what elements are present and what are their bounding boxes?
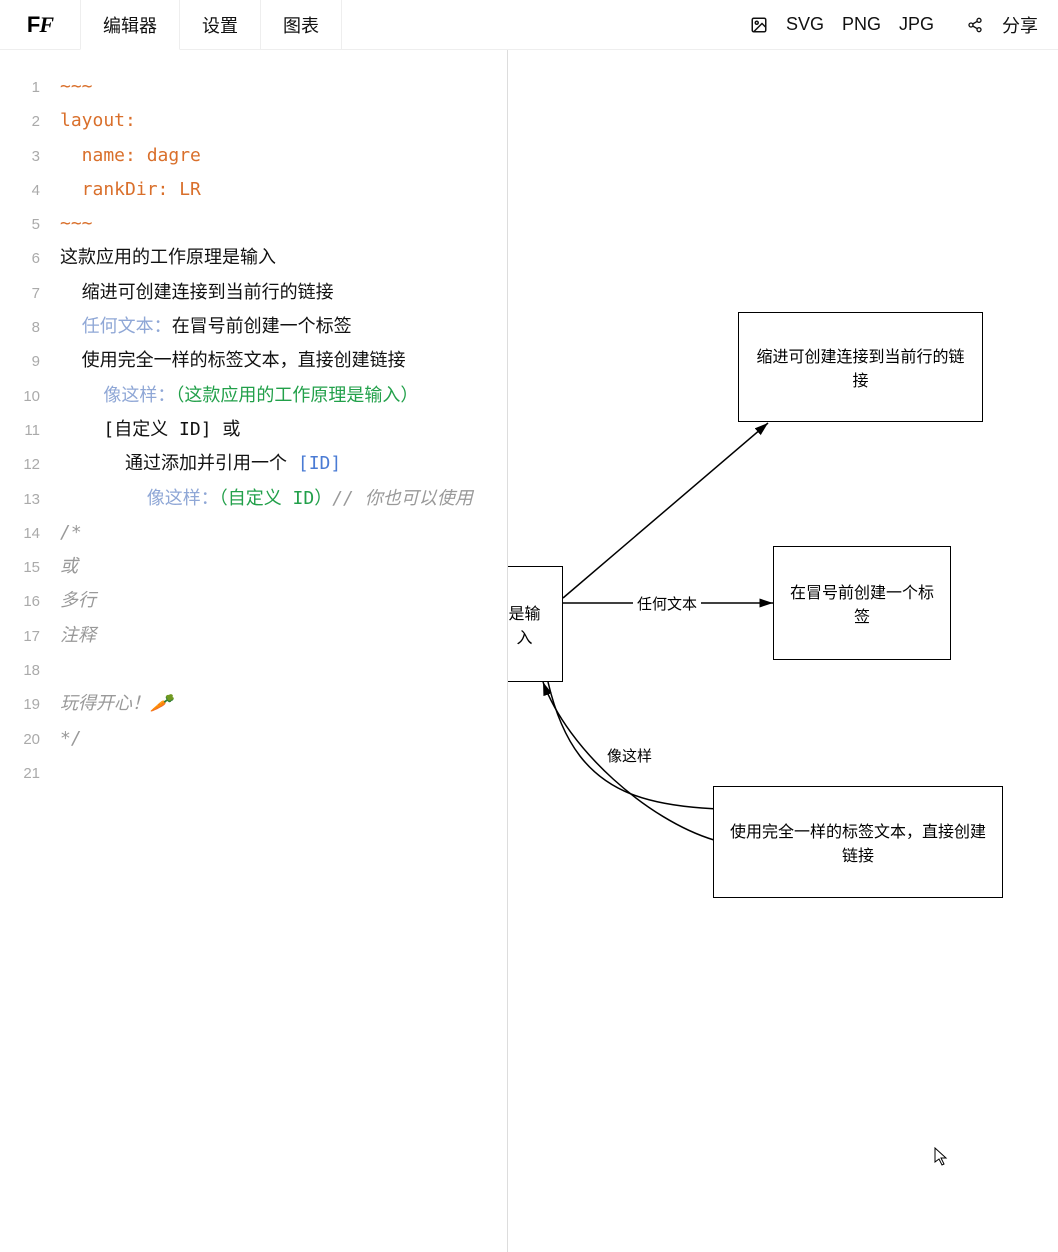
line-content[interactable]: /* [60, 516, 507, 549]
logo[interactable]: FF [0, 0, 80, 49]
line-content[interactable]: [自定义 ID] 或 [60, 413, 507, 446]
line-content[interactable] [60, 653, 507, 686]
line-number: 12 [0, 448, 60, 481]
line-number: 13 [0, 483, 60, 516]
line-content[interactable]: 多行 [60, 584, 507, 617]
editor-line[interactable]: 8 任何文本：在冒号前创建一个标签 [0, 310, 507, 344]
line-content[interactable]: layout: [60, 104, 507, 137]
line-number: 3 [0, 140, 60, 173]
download-svg[interactable]: SVG [786, 14, 824, 35]
editor-line[interactable]: 11 [自定义 ID] 或 [0, 413, 507, 447]
line-number: 7 [0, 277, 60, 310]
line-content[interactable]: 任何文本：在冒号前创建一个标签 [60, 310, 507, 343]
code-editor[interactable]: 1~~~2layout:3 name: dagre4 rankDir: LR5~… [0, 70, 507, 790]
editor-line[interactable]: 10 像这样：（这款应用的工作原理是输入） [0, 379, 507, 413]
editor-line[interactable]: 15或 [0, 550, 507, 584]
line-number: 1 [0, 71, 60, 104]
line-content[interactable]: ~~~ [60, 70, 507, 103]
editor-line[interactable]: 20*/ [0, 722, 507, 756]
editor-line[interactable]: 21 [0, 756, 507, 790]
diagram-pane[interactable]: 是输入 缩进可创建连接到当前行的链接 在冒号前创建一个标签 使用完全一样的标签文… [508, 50, 1058, 1252]
line-content[interactable]: rankDir: LR [60, 173, 507, 206]
editor-line[interactable]: 1~~~ [0, 70, 507, 104]
line-content[interactable]: 使用完全一样的标签文本，直接创建链接 [60, 344, 507, 377]
line-number: 11 [0, 414, 60, 447]
line-content[interactable]: ~~~ [60, 207, 507, 240]
line-content[interactable] [60, 756, 507, 789]
download-png[interactable]: PNG [842, 14, 881, 35]
line-number: 16 [0, 585, 60, 618]
editor-line[interactable]: 19玩得开心！🥕 [0, 687, 507, 721]
download-jpg[interactable]: JPG [899, 14, 934, 35]
line-content[interactable]: 注释 [60, 619, 507, 652]
line-number: 9 [0, 345, 60, 378]
edge-label-anytext: 任何文本 [633, 593, 701, 614]
line-content[interactable]: 或 [60, 550, 507, 583]
line-content[interactable]: 像这样：（自定义 ID）// 你也可以使用 [60, 482, 507, 515]
tab-editor[interactable]: 编辑器 [80, 0, 180, 50]
header-actions: SVG PNG JPG 分享 [750, 0, 1058, 49]
header: FF 编辑器 设置 图表 SVG PNG JPG 分享 [0, 0, 1058, 50]
line-number: 17 [0, 620, 60, 653]
cursor-icon [934, 1147, 950, 1172]
edge-label-likethis: 像这样 [603, 745, 656, 766]
editor-pane[interactable]: 1~~~2layout:3 name: dagre4 rankDir: LR5~… [0, 50, 508, 1252]
tab-chart[interactable]: 图表 [261, 0, 342, 49]
editor-line[interactable]: 4 rankDir: LR [0, 173, 507, 207]
editor-line[interactable]: 14/* [0, 516, 507, 550]
editor-line[interactable]: 12 通过添加并引用一个 [ID] [0, 447, 507, 481]
editor-line[interactable]: 2layout: [0, 104, 507, 138]
line-number: 21 [0, 757, 60, 790]
line-content[interactable]: 玩得开心！🥕 [60, 687, 507, 720]
editor-line[interactable]: 7 缩进可创建连接到当前行的链接 [0, 276, 507, 310]
editor-line[interactable]: 17注释 [0, 619, 507, 653]
share-button[interactable]: 分享 [1002, 12, 1038, 38]
share-icon[interactable] [966, 16, 984, 34]
editor-line[interactable]: 5~~~ [0, 207, 507, 241]
line-content[interactable]: name: dagre [60, 139, 507, 172]
editor-line[interactable]: 16多行 [0, 584, 507, 618]
line-number: 14 [0, 517, 60, 550]
line-number: 20 [0, 723, 60, 756]
line-content[interactable]: 缩进可创建连接到当前行的链接 [60, 276, 507, 309]
line-content[interactable]: 这款应用的工作原理是输入 [60, 241, 507, 274]
editor-line[interactable]: 9 使用完全一样的标签文本，直接创建链接 [0, 344, 507, 378]
editor-line[interactable]: 3 name: dagre [0, 139, 507, 173]
editor-line[interactable]: 6这款应用的工作原理是输入 [0, 241, 507, 275]
line-number: 15 [0, 551, 60, 584]
line-content[interactable]: 通过添加并引用一个 [ID] [60, 447, 507, 480]
line-number: 2 [0, 105, 60, 138]
tab-settings[interactable]: 设置 [180, 0, 261, 49]
editor-line[interactable]: 18 [0, 653, 507, 687]
diagram-node-label[interactable]: 在冒号前创建一个标签 [773, 546, 951, 660]
tabs: 编辑器 设置 图表 [80, 0, 342, 49]
line-number: 10 [0, 380, 60, 413]
line-number: 19 [0, 688, 60, 721]
line-content[interactable]: 像这样：（这款应用的工作原理是输入） [60, 379, 507, 412]
line-number: 5 [0, 208, 60, 241]
diagram-node-link[interactable]: 使用完全一样的标签文本，直接创建链接 [713, 786, 1003, 898]
diagram-node-indent[interactable]: 缩进可创建连接到当前行的链接 [738, 312, 983, 422]
line-number: 8 [0, 311, 60, 344]
editor-line[interactable]: 13 像这样：（自定义 ID）// 你也可以使用 [0, 482, 507, 516]
line-number: 4 [0, 174, 60, 207]
diagram-node-root[interactable]: 是输入 [508, 566, 563, 682]
line-number: 6 [0, 242, 60, 275]
line-content[interactable]: */ [60, 722, 507, 755]
line-number: 18 [0, 654, 60, 687]
image-icon[interactable] [750, 16, 768, 34]
main: 1~~~2layout:3 name: dagre4 rankDir: LR5~… [0, 50, 1058, 1252]
